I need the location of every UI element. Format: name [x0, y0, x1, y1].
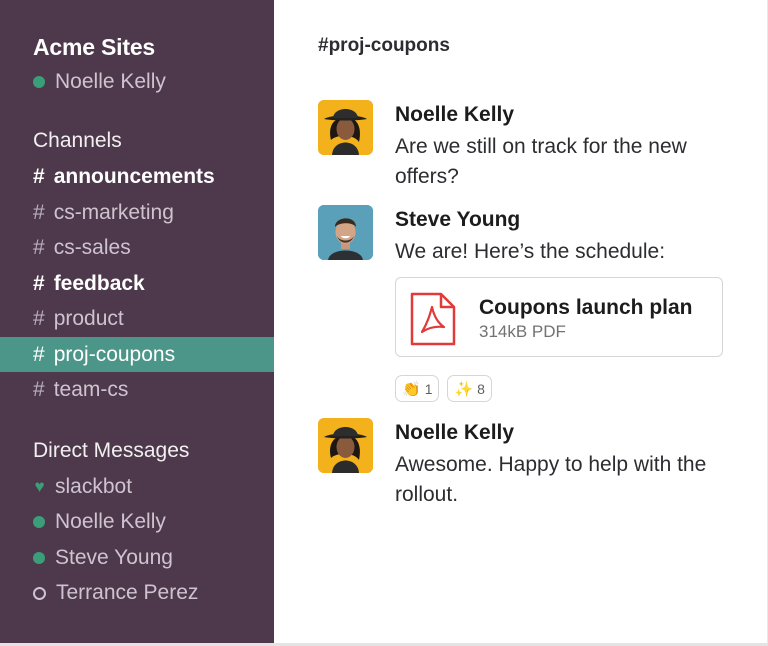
- pdf-icon: [410, 292, 456, 351]
- reaction-count: 1: [424, 380, 433, 397]
- dm-label: Noelle Kelly: [55, 510, 166, 533]
- reaction-count: 8: [477, 380, 485, 397]
- hash-icon: #: [33, 164, 45, 188]
- sidebar-item-team-cs[interactable]: # team-cs: [0, 372, 274, 407]
- reaction-clap[interactable]: 👏 1: [395, 375, 440, 402]
- channel-title[interactable]: #proj-coupons: [318, 35, 450, 57]
- file-name[interactable]: Coupons launch plan: [479, 296, 693, 320]
- steve-avatar[interactable]: [318, 205, 373, 260]
- reactions: 👏 1 ✨ 8: [395, 375, 492, 402]
- sidebar-item-cs-sales[interactable]: # cs-sales: [0, 230, 274, 265]
- reaction-sparkles[interactable]: ✨ 8: [447, 375, 492, 402]
- hash-icon: #: [33, 306, 45, 330]
- online-status-icon: [33, 516, 45, 528]
- hash-icon: #: [33, 342, 45, 366]
- dm-label: slackbot: [55, 475, 133, 498]
- channel-label: announcements: [53, 164, 215, 188]
- away-status-icon: [33, 586, 46, 600]
- message: Steve Young We are! Here’s the schedule:…: [318, 205, 738, 405]
- message-text: Are we still on track for the new offers…: [395, 135, 687, 188]
- team-name[interactable]: Acme Sites: [33, 34, 155, 61]
- message: Noelle Kelly Awesome. Happy to help with…: [318, 418, 738, 513]
- channel-label: proj-coupons: [53, 342, 176, 366]
- sidebar-item-cs-marketing[interactable]: # cs-marketing: [0, 195, 274, 230]
- hash-icon: #: [33, 271, 45, 295]
- dm-item-noelle-kelly[interactable]: Noelle Kelly: [33, 507, 166, 537]
- hash-icon: #: [33, 235, 45, 259]
- message-author[interactable]: Noelle Kelly: [395, 421, 514, 445]
- channels-header[interactable]: Channels: [33, 129, 122, 153]
- sidebar-item-announcements[interactable]: # announcements: [0, 159, 274, 194]
- sidebar-item-feedback[interactable]: # feedback: [0, 266, 274, 301]
- sidebar-item-proj-coupons[interactable]: # proj-coupons: [0, 337, 274, 372]
- message-author[interactable]: Steve Young: [395, 208, 520, 232]
- dm-label: Terrance Perez: [56, 581, 199, 604]
- channel-label: cs-sales: [53, 235, 131, 259]
- hash-icon: #: [33, 377, 45, 401]
- dm-item-steve-young[interactable]: Steve Young: [33, 543, 173, 573]
- message-pane: #proj-coupons Noelle Kelly Are we still …: [274, 0, 768, 643]
- direct-messages-header[interactable]: Direct Messages: [33, 439, 189, 463]
- file-meta: 314kB PDF: [479, 322, 566, 341]
- sidebar-item-product[interactable]: # product: [0, 301, 274, 336]
- message-text: We are! Here’s the schedule:: [395, 240, 666, 263]
- noelle-avatar[interactable]: [318, 100, 373, 155]
- dm-label: Steve Young: [55, 546, 173, 569]
- channel-label: team-cs: [53, 377, 129, 401]
- dm-item-slackbot[interactable]: ♥ slackbot: [33, 472, 132, 502]
- sidebar: Acme Sites Noelle Kelly Channels # annou…: [0, 0, 274, 643]
- current-user-name: Noelle Kelly: [55, 70, 166, 93]
- channel-label: feedback: [53, 271, 145, 295]
- sparkles-icon: ✨: [454, 380, 474, 398]
- online-status-icon: [33, 552, 45, 564]
- dm-item-terrance-perez[interactable]: Terrance Perez: [33, 578, 198, 608]
- channel-label: cs-marketing: [53, 200, 174, 224]
- current-user[interactable]: Noelle Kelly: [33, 69, 166, 95]
- hash-icon: #: [33, 200, 45, 224]
- message-author[interactable]: Noelle Kelly: [395, 103, 514, 127]
- heart-icon: ♥: [34, 477, 45, 496]
- app-window: Acme Sites Noelle Kelly Channels # annou…: [0, 0, 768, 646]
- clapping-hands-icon: 👏: [402, 380, 421, 398]
- message: Noelle Kelly Are we still on track for t…: [318, 100, 738, 190]
- message-text: Awesome. Happy to help with the rollout.: [395, 453, 707, 506]
- online-status-icon: [33, 76, 45, 88]
- channel-label: product: [53, 306, 124, 330]
- file-attachment[interactable]: Coupons launch plan 314kB PDF: [395, 277, 723, 357]
- noelle-avatar[interactable]: [318, 418, 373, 473]
